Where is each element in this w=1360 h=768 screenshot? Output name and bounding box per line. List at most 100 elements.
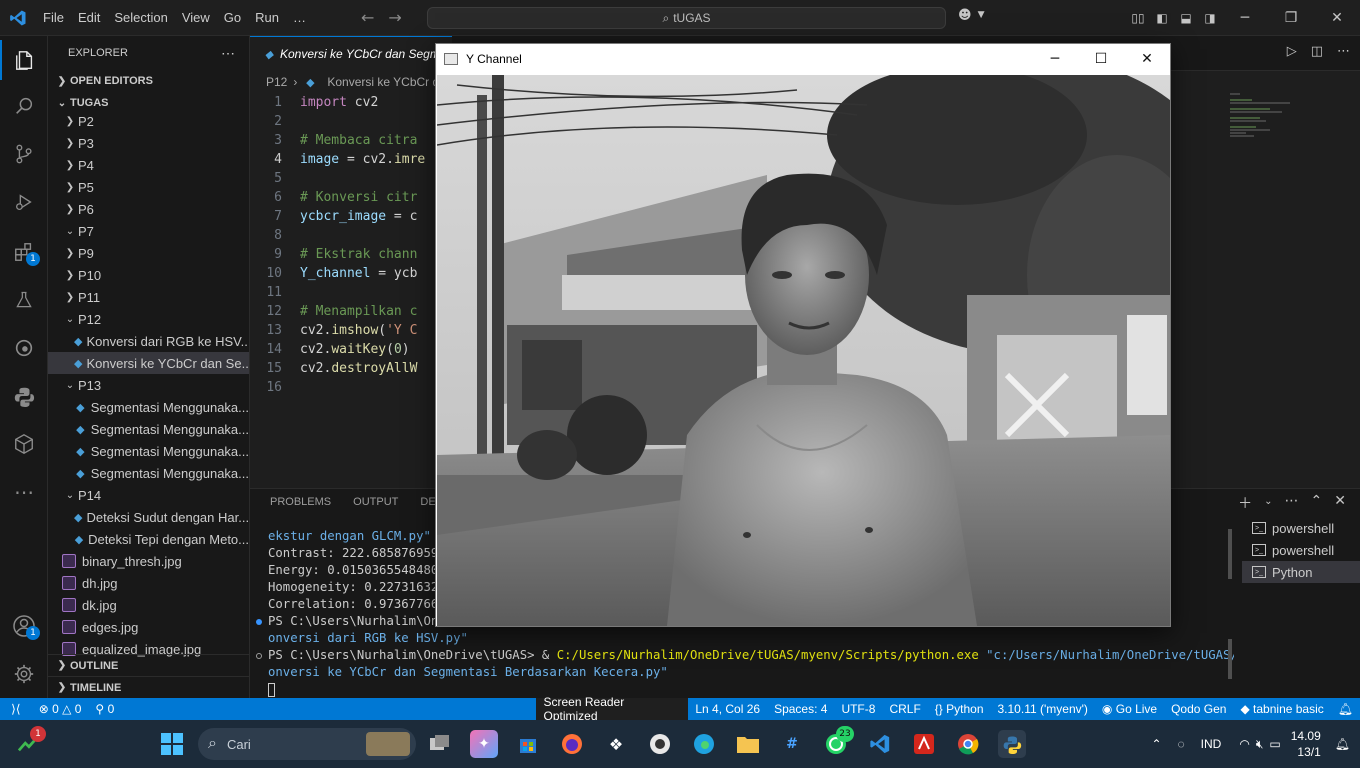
breadcrumb-folder[interactable]: P12 bbox=[266, 75, 287, 89]
folder-item[interactable]: ❯ P3 bbox=[48, 132, 249, 154]
remote-indicator-icon[interactable]: ⟩⟨ bbox=[0, 698, 32, 720]
copilot-icon[interactable]: ☻ bbox=[958, 8, 972, 23]
command-decoration-icon[interactable] bbox=[256, 619, 262, 625]
tabnine-status[interactable]: ◆ tabnine basic bbox=[1233, 702, 1330, 716]
source-control-icon[interactable] bbox=[0, 134, 48, 174]
explorer-more-icon[interactable]: ⋯ bbox=[221, 45, 235, 62]
command-decoration-icon[interactable] bbox=[256, 653, 262, 659]
open-editors-section[interactable]: ❯ OPEN EDITORS bbox=[48, 70, 249, 92]
run-debug-icon[interactable] bbox=[0, 182, 48, 222]
folder-item[interactable]: ⌄ P13 bbox=[48, 374, 249, 396]
folder-item[interactable]: ❯ P6 bbox=[48, 198, 249, 220]
folder-item[interactable]: ⌄ P14 bbox=[48, 484, 249, 506]
network-activity-icon[interactable]: ◌ bbox=[1178, 737, 1185, 751]
extensions-icon[interactable]: 1 bbox=[0, 232, 48, 272]
image-file-item[interactable]: edges.jpg bbox=[48, 616, 249, 638]
image-file-item[interactable]: dk.jpg bbox=[48, 594, 249, 616]
image-file-item[interactable]: binary_thresh.jpg bbox=[48, 550, 249, 572]
toggle-panel-icon[interactable]: ⬓ bbox=[1174, 11, 1198, 25]
edge-devtools-icon[interactable] bbox=[0, 328, 48, 368]
menu-run[interactable]: Run bbox=[248, 10, 286, 25]
python-file-item[interactable]: ◆ Segmentasi Menggunaka... bbox=[48, 462, 249, 484]
terminal-scrollbar-thumb[interactable] bbox=[1228, 639, 1232, 679]
accounts-icon[interactable]: 1 bbox=[0, 606, 48, 646]
task-view-icon[interactable] bbox=[426, 730, 454, 758]
close-panel-icon[interactable]: ✕ bbox=[1334, 493, 1346, 513]
tab-output[interactable]: OUTPUT bbox=[353, 496, 398, 508]
close-window-button[interactable]: ✕ bbox=[1314, 10, 1360, 26]
encoding-status[interactable]: UTF-8 bbox=[834, 702, 882, 716]
settings-gear-icon[interactable] bbox=[0, 654, 48, 694]
chevron-down-icon[interactable]: ▼ bbox=[978, 10, 985, 23]
file-explorer-icon[interactable] bbox=[734, 730, 762, 758]
edge-icon[interactable] bbox=[690, 730, 718, 758]
terminal-scrollbar[interactable] bbox=[1228, 529, 1232, 579]
folder-item[interactable]: ⌄ P7 bbox=[48, 220, 249, 242]
python-file-item[interactable]: ◆ Deteksi Tepi dengan Meto... bbox=[48, 528, 249, 550]
minimize-button[interactable]: ─ bbox=[1222, 10, 1268, 26]
acrobat-icon[interactable] bbox=[910, 730, 938, 758]
python-file-item[interactable]: ◆ Konversi dari RGB ke HSV.... bbox=[48, 330, 249, 352]
battery-icon[interactable]: ▭ bbox=[1269, 737, 1280, 751]
tab-problems[interactable]: PROBLEMS bbox=[270, 496, 331, 508]
ports-status[interactable]: ⚲ 0 bbox=[88, 702, 121, 716]
folder-item[interactable]: ❯ P4 bbox=[48, 154, 249, 176]
indentation-status[interactable]: Spaces: 4 bbox=[767, 702, 834, 716]
vscode-taskbar-icon[interactable] bbox=[866, 730, 894, 758]
microsoft-store-icon[interactable] bbox=[514, 730, 542, 758]
new-terminal-icon[interactable]: ＋ bbox=[1238, 493, 1252, 513]
forward-arrow-icon[interactable]: → bbox=[388, 8, 401, 27]
python-file-item[interactable]: ◆ Segmentasi Menggunaka... bbox=[48, 396, 249, 418]
start-windows-icon[interactable] bbox=[158, 730, 186, 758]
python-taskbar-icon[interactable] bbox=[998, 730, 1026, 758]
menu-more[interactable]: … bbox=[286, 10, 313, 25]
maximize-panel-icon[interactable]: ⌃ bbox=[1311, 493, 1323, 513]
notification-center-icon[interactable]: 🔔︎ bbox=[1335, 737, 1350, 751]
split-editor-icon[interactable]: ◫ bbox=[1311, 44, 1323, 59]
eol-status[interactable]: CRLF bbox=[882, 702, 927, 716]
taskbar-clock[interactable]: 14.09 13/1 bbox=[1291, 728, 1321, 760]
restore-button[interactable]: ❐ bbox=[1268, 10, 1314, 26]
command-center-search[interactable]: ⌕ tUGAS bbox=[427, 7, 946, 29]
folder-item[interactable]: ⌄ P12 bbox=[48, 308, 249, 330]
folder-item[interactable]: ❯ P10 bbox=[48, 264, 249, 286]
media-app-icon[interactable] bbox=[646, 730, 674, 758]
language-status[interactable]: {} Python bbox=[928, 702, 991, 716]
cv-close-button[interactable]: ✕ bbox=[1124, 44, 1170, 74]
tray-overflow-chevron-icon[interactable]: ⌃ bbox=[1151, 737, 1161, 751]
python-icon[interactable] bbox=[0, 376, 48, 416]
folder-item[interactable]: ❯ P2 bbox=[48, 110, 249, 132]
wifi-icon[interactable]: ◠ bbox=[1239, 737, 1249, 751]
terminal-cursor-line[interactable] bbox=[256, 682, 1234, 699]
menu-go[interactable]: Go bbox=[217, 10, 248, 25]
hash-app-icon[interactable]: # bbox=[778, 730, 806, 758]
input-language[interactable]: IND bbox=[1201, 737, 1222, 751]
taskbar-search[interactable]: ⌕ Cari bbox=[198, 728, 416, 760]
screen-reader-status[interactable]: Screen Reader Optimized bbox=[535, 695, 689, 723]
breadcrumb-file[interactable]: Konversi ke YCbCr d bbox=[327, 75, 439, 89]
cv-minimize-button[interactable]: ─ bbox=[1032, 44, 1078, 74]
image-file-item[interactable]: dh.jpg bbox=[48, 572, 249, 594]
chrome-icon[interactable] bbox=[954, 730, 982, 758]
search-icon[interactable] bbox=[0, 86, 48, 126]
dropbox-icon[interactable]: ❖ bbox=[602, 730, 630, 758]
customize-layout-icon[interactable]: ▯▯ bbox=[1126, 11, 1150, 25]
menu-selection[interactable]: Selection bbox=[107, 10, 174, 25]
terminal-instance[interactable]: >_ powershell bbox=[1242, 539, 1360, 561]
python-file-item[interactable]: ◆ Deteksi Sudut dengan Har... bbox=[48, 506, 249, 528]
panel-more-icon[interactable]: ⋯ bbox=[1285, 493, 1299, 513]
copilot-app-icon[interactable]: ✦ bbox=[470, 730, 498, 758]
menu-view[interactable]: View bbox=[175, 10, 217, 25]
python-file-item[interactable]: ◆ Konversi ke YCbCr dan Se... bbox=[48, 352, 249, 374]
python-file-item[interactable]: ◆ Segmentasi Menggunaka... bbox=[48, 440, 249, 462]
more-views-icon[interactable]: ⋯ bbox=[0, 472, 48, 512]
problems-status[interactable]: ⊗ 0 △ 0 bbox=[32, 702, 89, 716]
toggle-sidebar-icon[interactable]: ◧ bbox=[1150, 11, 1174, 25]
chevron-down-icon[interactable]: ⌄ bbox=[1264, 496, 1272, 513]
minimap[interactable] bbox=[1230, 93, 1300, 153]
outline-section[interactable]: ❯ OUTLINE bbox=[48, 654, 249, 676]
notifications-bell-icon[interactable]: 🔔︎ bbox=[1331, 702, 1360, 716]
menu-file[interactable]: File bbox=[36, 10, 71, 25]
timeline-section[interactable]: ❯ TIMELINE bbox=[48, 676, 249, 698]
python-file-item[interactable]: ◆ Segmentasi Menggunaka... bbox=[48, 418, 249, 440]
